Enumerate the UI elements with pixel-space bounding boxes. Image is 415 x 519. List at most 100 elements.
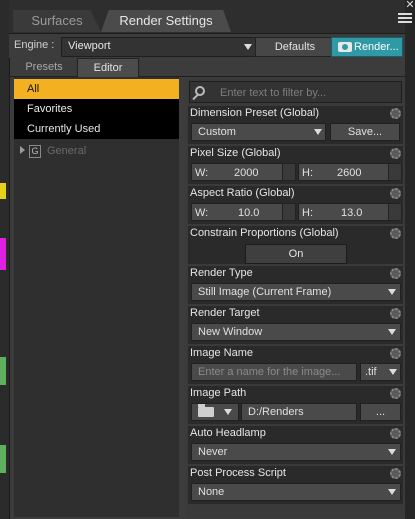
engine-toolbar: Engine : Viewport Defaults Render... bbox=[9, 34, 405, 58]
prop-title: Image Name bbox=[190, 347, 253, 359]
auto-headlamp-select[interactable]: Never bbox=[191, 443, 401, 461]
category-favorites[interactable]: Favorites bbox=[14, 99, 179, 119]
close-icon[interactable]: ✕ bbox=[405, 0, 415, 12]
auto-headlamp-value: Never bbox=[198, 446, 228, 458]
filter-input[interactable] bbox=[218, 84, 402, 102]
chevron-down-icon bbox=[224, 409, 232, 415]
width-value: 10.0 bbox=[238, 207, 260, 219]
width-value: 2000 bbox=[234, 167, 259, 179]
category-general[interactable]: G General bbox=[14, 141, 179, 161]
gear-icon[interactable] bbox=[390, 188, 401, 199]
file-extension-select[interactable]: .tif bbox=[360, 363, 401, 381]
group-icon: G bbox=[29, 145, 41, 158]
prop-constrain-proportions: Constrain Proportions (Global) On bbox=[188, 226, 403, 264]
tab-editor[interactable]: Editor bbox=[77, 58, 139, 77]
gear-icon[interactable] bbox=[390, 108, 401, 119]
image-name-input[interactable]: Enter a name for the image... bbox=[191, 363, 357, 381]
prop-title: Dimension Preset (Global) bbox=[190, 107, 319, 119]
image-name-placeholder: Enter a name for the image... bbox=[198, 366, 341, 378]
prop-render-type: Render Type Still Image (Current Frame) bbox=[188, 266, 403, 304]
gear-icon[interactable] bbox=[390, 428, 401, 439]
constrain-toggle[interactable]: On bbox=[245, 244, 347, 264]
gear-icon[interactable] bbox=[390, 468, 401, 479]
property-editor: Dimension Preset (Global) Custom Save...… bbox=[186, 78, 405, 518]
render-target-value: New Window bbox=[198, 326, 263, 338]
width-label: W: bbox=[195, 167, 209, 179]
pixel-width-slider[interactable]: W: 2000 bbox=[191, 163, 296, 181]
tab-presets[interactable]: Presets bbox=[14, 58, 74, 76]
pixel-height-slider[interactable]: H: 2600 bbox=[298, 163, 402, 181]
category-general-label: General bbox=[47, 145, 87, 157]
pane-menu-icon[interactable] bbox=[397, 11, 413, 25]
dock-marker-magenta bbox=[0, 238, 6, 270]
prop-title: Image Path bbox=[190, 387, 247, 399]
prop-title: Auto Headlamp bbox=[190, 427, 266, 439]
expand-arrow-icon[interactable] bbox=[20, 146, 25, 154]
chevron-down-icon bbox=[388, 449, 396, 455]
render-type-select[interactable]: Still Image (Current Frame) bbox=[191, 283, 401, 301]
pane-tab-bar: Surfaces Render Settings bbox=[9, 0, 412, 34]
gear-icon[interactable] bbox=[390, 148, 401, 159]
dock-marker-yellow bbox=[0, 183, 6, 199]
image-path-value: D:/Renders bbox=[248, 406, 304, 418]
slider-handle[interactable] bbox=[282, 164, 296, 180]
gear-icon[interactable] bbox=[390, 228, 401, 239]
folder-icon bbox=[198, 404, 214, 417]
width-label: W: bbox=[195, 207, 209, 219]
dock-marker-green-2 bbox=[0, 445, 6, 473]
height-value: 2600 bbox=[337, 167, 362, 179]
right-dock-strip bbox=[405, 0, 415, 519]
prop-aspect-ratio: Aspect Ratio (Global) W: 10.0 H: 13.0 bbox=[188, 186, 403, 224]
dimension-preset-select[interactable]: Custom bbox=[191, 123, 326, 141]
gear-icon[interactable] bbox=[390, 348, 401, 359]
prop-dimension-preset: Dimension Preset (Global) Custom Save... bbox=[188, 106, 403, 144]
chevron-down-icon bbox=[388, 289, 396, 295]
prop-post-process-script: Post Process Script None bbox=[188, 466, 403, 504]
tab-surfaces[interactable]: Surfaces bbox=[13, 10, 101, 32]
render-button-label: Render... bbox=[354, 41, 399, 53]
subtab-bar: Presets Editor bbox=[9, 58, 405, 77]
chevron-down-icon bbox=[244, 44, 252, 50]
gear-icon[interactable] bbox=[390, 308, 401, 319]
prop-title: Render Type bbox=[190, 267, 253, 279]
tab-render-settings[interactable]: Render Settings bbox=[101, 10, 231, 32]
prop-render-target: Render Target New Window bbox=[188, 306, 403, 344]
image-path-input[interactable]: D:/Renders bbox=[241, 403, 357, 421]
category-list: All Favorites Currently Used G General bbox=[14, 77, 179, 517]
post-process-select[interactable]: None bbox=[191, 483, 401, 501]
slider-handle[interactable] bbox=[282, 204, 296, 220]
aspect-height-slider[interactable]: H: 13.0 bbox=[298, 203, 402, 221]
slider-handle[interactable] bbox=[388, 204, 402, 220]
engine-select[interactable]: Viewport bbox=[61, 37, 258, 57]
file-extension-value: .tif bbox=[365, 366, 377, 378]
height-value: 13.0 bbox=[341, 207, 363, 219]
engine-label: Engine : bbox=[14, 39, 55, 51]
gear-icon[interactable] bbox=[390, 268, 401, 279]
chevron-down-icon bbox=[388, 489, 396, 495]
render-button[interactable]: Render... bbox=[331, 37, 403, 57]
filter-box bbox=[189, 81, 402, 103]
prop-title: Render Target bbox=[190, 307, 260, 319]
dock-marker-green bbox=[0, 357, 6, 385]
browse-path-button[interactable]: ... bbox=[360, 403, 401, 421]
aspect-width-slider[interactable]: W: 10.0 bbox=[191, 203, 296, 221]
slider-handle[interactable] bbox=[388, 164, 402, 180]
category-all[interactable]: All bbox=[14, 79, 179, 99]
save-preset-button[interactable]: Save... bbox=[330, 123, 400, 141]
defaults-button[interactable]: Defaults bbox=[255, 37, 335, 57]
chevron-down-icon bbox=[389, 369, 397, 375]
prop-title: Pixel Size (Global) bbox=[190, 147, 281, 159]
camera-icon bbox=[338, 42, 352, 52]
prop-image-path: Image Path D:/Renders ... bbox=[188, 386, 403, 424]
prop-title: Aspect Ratio (Global) bbox=[190, 187, 295, 199]
post-process-value: None bbox=[198, 486, 225, 498]
prop-title: Constrain Proportions (Global) bbox=[190, 227, 339, 239]
gear-icon[interactable] bbox=[390, 388, 401, 399]
height-label: H: bbox=[302, 167, 313, 179]
render-target-select[interactable]: New Window bbox=[191, 323, 401, 341]
prop-image-name: Image Name Enter a name for the image...… bbox=[188, 346, 403, 384]
search-icon bbox=[195, 86, 205, 96]
category-currently-used[interactable]: Currently Used bbox=[14, 119, 179, 139]
path-folder-button[interactable] bbox=[191, 403, 239, 421]
dimension-preset-value: Custom bbox=[198, 126, 236, 138]
